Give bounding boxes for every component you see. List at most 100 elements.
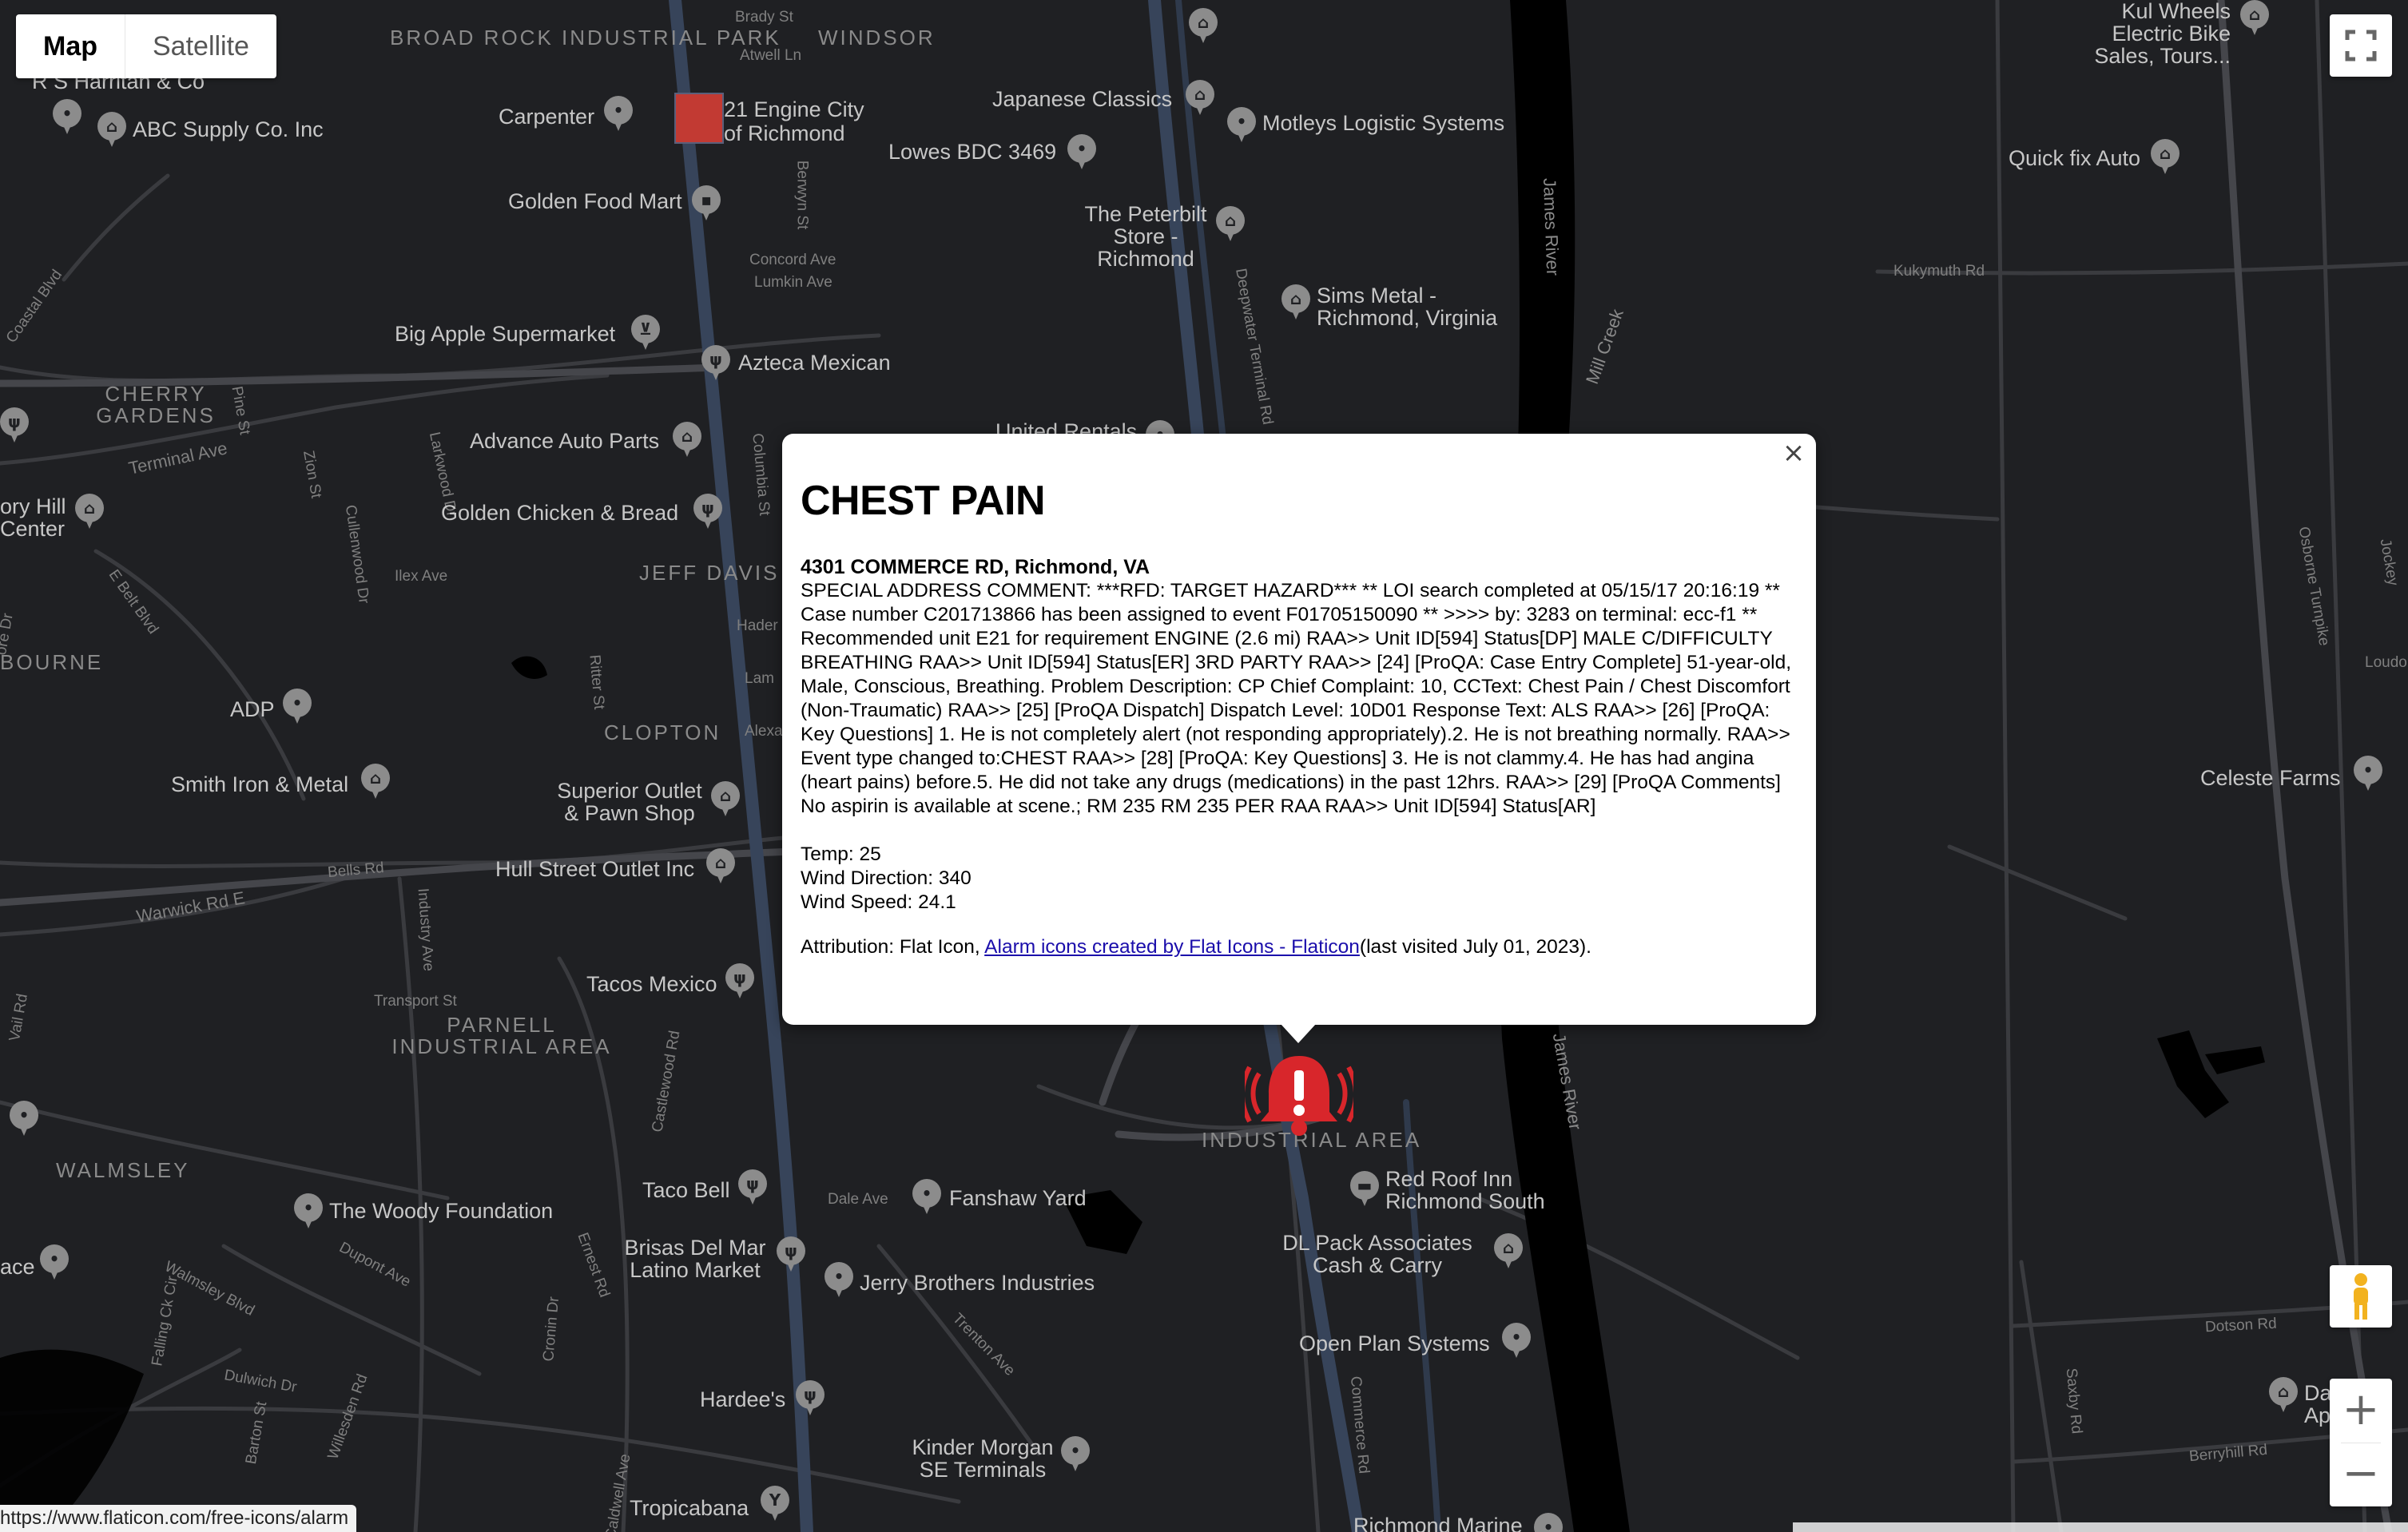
district-label: WALMSLEY bbox=[56, 1158, 190, 1182]
place-label[interactable]: Red Roof Inn Richmond South bbox=[1385, 1168, 1593, 1213]
place-label[interactable]: Fanshaw Yard bbox=[949, 1187, 1087, 1209]
place-label[interactable]: Tacos Mexico bbox=[586, 973, 717, 995]
street-label: Ritter St bbox=[586, 653, 608, 711]
place-label[interactable]: Taco Bell bbox=[642, 1179, 730, 1201]
place-marker[interactable]: • bbox=[604, 96, 633, 133]
place-marker[interactable]: • bbox=[40, 1244, 69, 1281]
place-marker[interactable]: • bbox=[53, 99, 81, 136]
place-marker[interactable]: • bbox=[1061, 1436, 1090, 1473]
place-label[interactable]: ABC Supply Co. Inc bbox=[133, 118, 324, 141]
place-label[interactable]: Kinder Morgan SE Terminals bbox=[903, 1436, 1063, 1481]
attribution-prefix: Attribution: Flat Icon, bbox=[801, 936, 985, 958]
place-label[interactable]: Brisas Del Mar Latino Market bbox=[615, 1236, 775, 1281]
place-label[interactable]: Carpenter bbox=[499, 105, 594, 128]
place-label[interactable]: The Woody Foundation bbox=[329, 1200, 553, 1222]
place-marker[interactable]: ψ bbox=[725, 963, 754, 1000]
place-marker[interactable]: ⌂ bbox=[361, 764, 390, 800]
place-marker[interactable]: ▪ bbox=[692, 185, 721, 222]
alarm-icon[interactable] bbox=[1245, 1050, 1353, 1137]
place-marker[interactable]: • bbox=[1227, 107, 1256, 144]
place-marker[interactable]: ψ bbox=[796, 1380, 825, 1417]
place-marker[interactable]: ⌂ bbox=[1281, 284, 1310, 321]
zoom-in-button[interactable]: + bbox=[2330, 1379, 2392, 1443]
street-view-pegman[interactable] bbox=[2330, 1265, 2392, 1328]
place-marker[interactable]: ⌂ bbox=[75, 494, 104, 530]
place-label[interactable]: Celeste Farms bbox=[2200, 767, 2341, 789]
district-label: BROAD ROCK INDUSTRIAL PARK bbox=[390, 26, 781, 50]
fire-station-icon[interactable] bbox=[674, 93, 724, 144]
place-label[interactable]: Golden Food Mart bbox=[508, 190, 682, 212]
close-icon[interactable]: × bbox=[1779, 439, 1808, 467]
place-marker[interactable]: • bbox=[1067, 134, 1096, 171]
place-label[interactable]: Sims Metal - Richmond, Virginia bbox=[1317, 284, 1524, 329]
place-marker[interactable]: • bbox=[294, 1193, 323, 1230]
street-label: Berwyn St bbox=[793, 160, 811, 230]
place-marker[interactable]: ⌂ bbox=[673, 422, 701, 458]
place-label[interactable]: Kul Wheels Electric Bike Sales, Tours... bbox=[2047, 0, 2231, 67]
place-marker[interactable]: ⌂ bbox=[1216, 206, 1245, 243]
place-label[interactable]: ADP bbox=[230, 698, 275, 720]
place-label[interactable]: Big Apple Supermarket bbox=[395, 323, 615, 345]
place-label[interactable]: Azteca Mexican bbox=[738, 351, 891, 374]
place-marker[interactable]: ⌂ bbox=[711, 781, 740, 818]
place-label[interactable]: Smith Iron & Metal bbox=[171, 773, 348, 796]
attribution: Attribution: Flat Icon, Alarm icons crea… bbox=[801, 935, 1798, 959]
place-marker[interactable]: ⌂ bbox=[1189, 8, 1218, 45]
place-marker[interactable]: • bbox=[912, 1179, 941, 1216]
place-marker[interactable]: ⌂ bbox=[2269, 1377, 2298, 1414]
place-marker[interactable]: ψ bbox=[738, 1169, 767, 1206]
attribution-suffix: (last visited July 01, 2023). bbox=[1359, 936, 1591, 958]
info-window-tail bbox=[1281, 1024, 1316, 1043]
info-window: × CHEST PAIN 4301 COMMERCE RD, Richmond,… bbox=[782, 434, 1816, 1025]
place-marker[interactable]: ⌂ bbox=[2240, 0, 2269, 37]
place-label[interactable]: Jerry Brothers Industries bbox=[860, 1272, 1095, 1294]
place-marker[interactable]: • bbox=[825, 1262, 853, 1299]
place-marker[interactable]: • bbox=[10, 1101, 38, 1137]
place-label[interactable]: The Peterbilt Store - Richmond bbox=[1074, 203, 1218, 270]
street-label: Loudon bbox=[2365, 654, 2408, 671]
place-marker[interactable]: ψ bbox=[0, 407, 29, 444]
place-marker[interactable]: ⌂ bbox=[706, 848, 735, 885]
place-marker[interactable]: ψ bbox=[777, 1236, 805, 1273]
district-label: WINDSOR bbox=[818, 26, 936, 50]
attribution-link[interactable]: Alarm icons created by Flat Icons - Flat… bbox=[984, 936, 1360, 958]
place-marker[interactable]: ⌂ bbox=[1494, 1233, 1523, 1270]
place-marker[interactable]: • bbox=[283, 689, 312, 725]
place-label[interactable]: Quick fix Auto bbox=[2009, 147, 2140, 169]
place-marker[interactable]: ψ bbox=[701, 345, 730, 382]
map-canvas[interactable]: BROAD ROCK INDUSTRIAL PARK WINDSOR CHERR… bbox=[0, 0, 2408, 1532]
map-type-map-button[interactable]: Map bbox=[16, 14, 125, 78]
place-label[interactable]: Advance Auto Parts bbox=[470, 430, 659, 452]
place-marker[interactable]: • bbox=[2354, 756, 2382, 792]
place-label[interactable]: ory Hill Center bbox=[0, 495, 77, 540]
place-marker[interactable]: ⌂ bbox=[1186, 80, 1214, 117]
place-label[interactable]: Superior Outlet & Pawn Shop bbox=[550, 780, 709, 824]
place-label[interactable]: Open Plan Systems bbox=[1299, 1332, 1490, 1355]
place-marker[interactable]: ▬ bbox=[1350, 1171, 1379, 1208]
place-label[interactable]: DL Pack Associates Cash & Carry bbox=[1274, 1232, 1481, 1276]
place-label[interactable]: ace bbox=[0, 1256, 35, 1278]
place-label[interactable]: Motleys Logistic Systems bbox=[1262, 112, 1504, 134]
place-marker[interactable]: ⌂ bbox=[97, 112, 126, 149]
place-marker[interactable]: • bbox=[1534, 1513, 1563, 1532]
district-label: PARNELL INDUSTRIAL AREA bbox=[391, 1013, 612, 1058]
fullscreen-button[interactable] bbox=[2330, 14, 2392, 77]
place-label[interactable]: 21 Engine City of Richmond bbox=[724, 97, 884, 145]
street-label: Dotson Rd bbox=[2204, 1315, 2278, 1336]
place-marker[interactable]: • bbox=[1502, 1323, 1531, 1359]
place-label[interactable]: Lowes BDC 3469 bbox=[888, 141, 1056, 163]
map-type-satellite-button[interactable]: Satellite bbox=[125, 14, 276, 78]
place-marker[interactable]: ψ bbox=[693, 494, 722, 530]
map-footer-bar bbox=[1793, 1522, 2408, 1532]
place-marker[interactable]: ⊻ bbox=[631, 315, 660, 351]
place-marker[interactable]: ⌂ bbox=[2151, 139, 2180, 176]
place-label[interactable]: Hardee's bbox=[700, 1388, 785, 1411]
place-label[interactable]: Tropicabana bbox=[630, 1497, 749, 1519]
place-label[interactable]: Hull Street Outlet Inc bbox=[495, 858, 694, 880]
place-label[interactable]: Golden Chicken & Bread bbox=[441, 502, 678, 524]
zoom-out-button[interactable]: − bbox=[2330, 1443, 2392, 1506]
place-label[interactable]: Japanese Classics bbox=[992, 88, 1172, 110]
street-label: Kukymuth Rd bbox=[1893, 263, 1985, 280]
place-label[interactable]: Richmond Marine bbox=[1353, 1514, 1523, 1532]
place-marker[interactable]: Y bbox=[761, 1486, 789, 1522]
